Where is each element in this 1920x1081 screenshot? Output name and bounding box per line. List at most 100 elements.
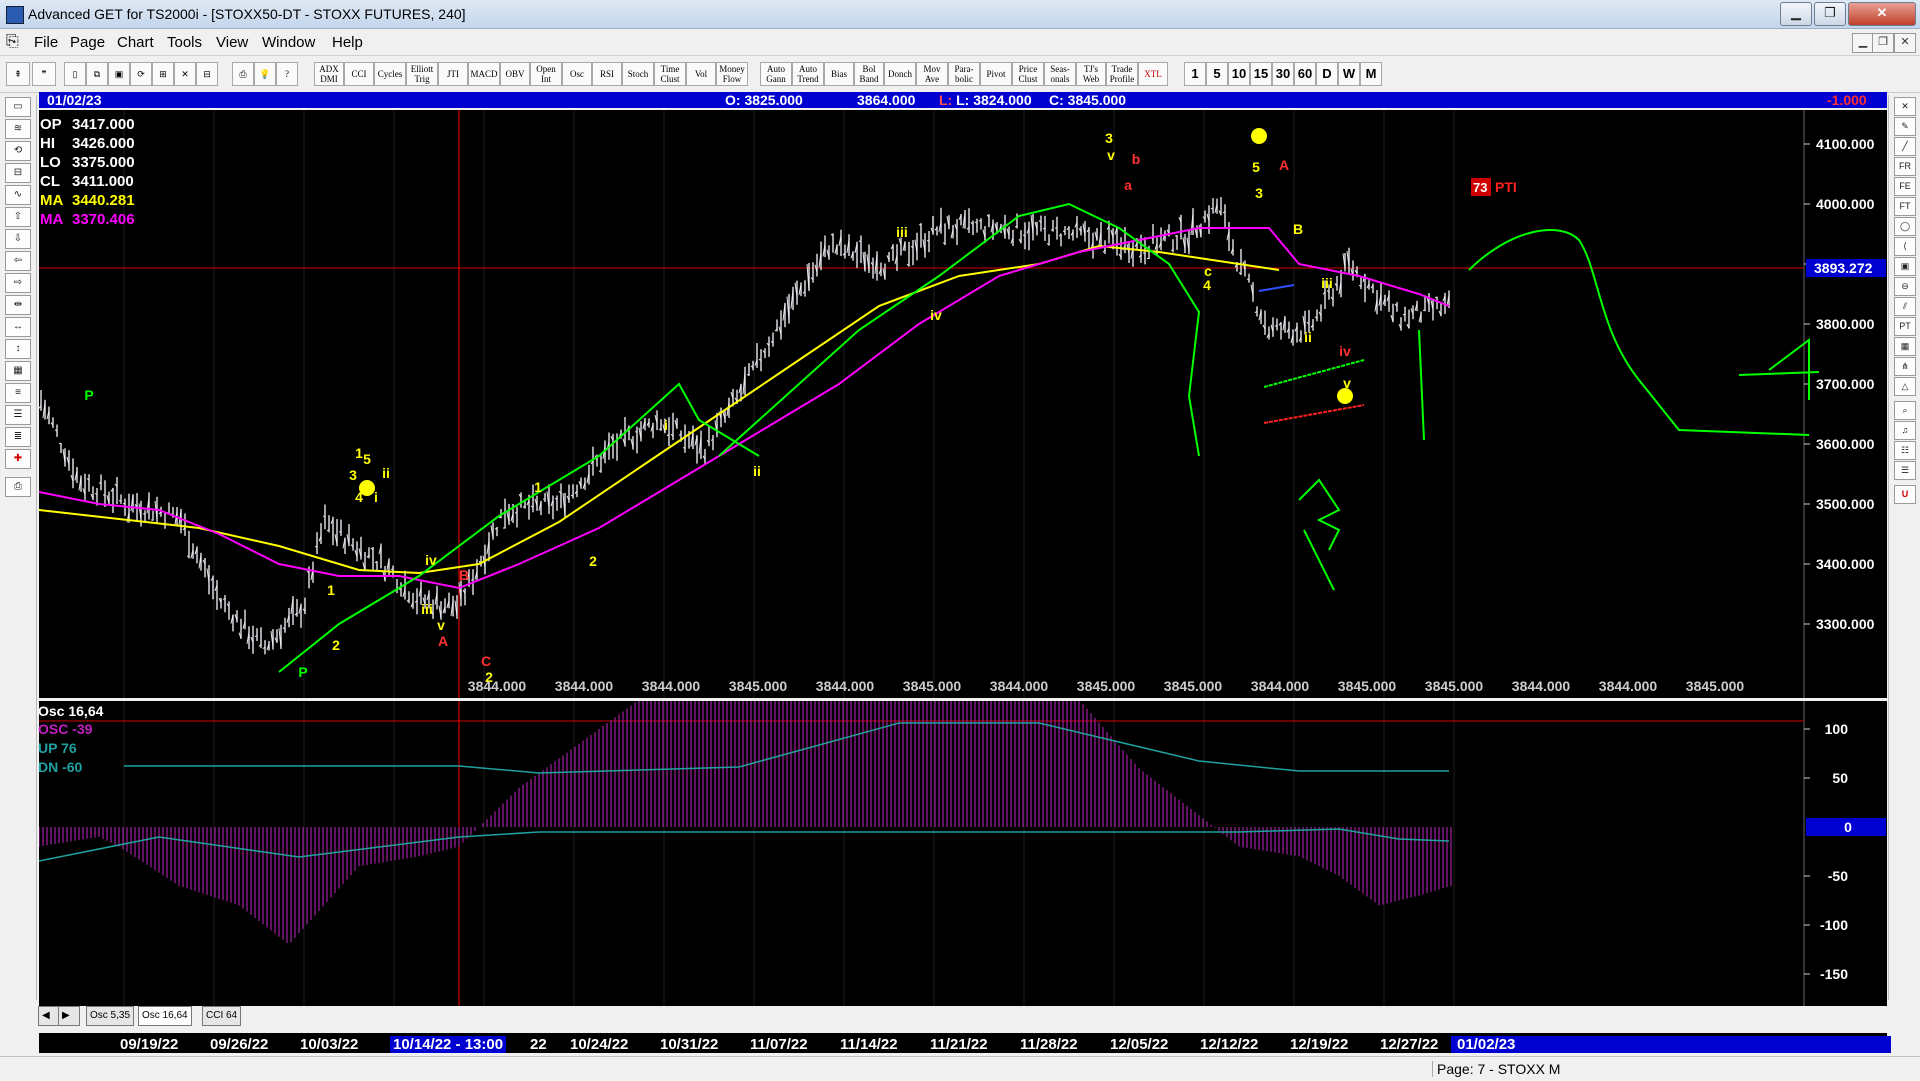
line-tool-icon[interactable]: ╱: [1894, 137, 1916, 156]
channel-tool-icon[interactable]: ▣: [1894, 257, 1916, 276]
period-5-button[interactable]: 5: [1206, 62, 1228, 86]
menu-chart[interactable]: Chart: [117, 34, 154, 51]
study-osc-button[interactable]: Osc: [562, 62, 592, 86]
period-60-button[interactable]: 60: [1294, 62, 1316, 86]
zoom-icon[interactable]: ⌕: [1894, 401, 1916, 420]
study-macd-button[interactable]: MACD: [468, 62, 500, 86]
print-icon[interactable]: ⎙: [232, 62, 254, 86]
study-jti-button[interactable]: JTI: [438, 62, 468, 86]
circle-tool-icon[interactable]: ◯: [1894, 217, 1916, 236]
copy-icon[interactable]: ⧉: [86, 62, 108, 86]
elliott-icon[interactable]: ∿: [5, 185, 31, 205]
pitchfork-icon[interactable]: ⋔: [1894, 357, 1916, 376]
mdi-restore-button[interactable]: ❐: [1872, 33, 1894, 53]
fan-tool-icon[interactable]: ⟨: [1894, 237, 1916, 256]
chart-style-icon[interactable]: ≋: [5, 119, 31, 139]
menu-view[interactable]: View: [216, 34, 248, 51]
study-time-clust-button[interactable]: Time Clust: [654, 62, 686, 86]
study-seasonals-button[interactable]: Seas-onals: [1044, 62, 1076, 86]
grid-tool-icon[interactable]: ▦: [5, 361, 31, 381]
arrow-right-icon[interactable]: ⇨: [5, 273, 31, 293]
study-xtl-button[interactable]: XTL: [1138, 62, 1168, 86]
study-elliott-trig-button[interactable]: Elliott Trig: [406, 62, 438, 86]
gann-icon[interactable]: ☰: [5, 405, 31, 425]
tab-cci-64[interactable]: CCI 64: [202, 1006, 241, 1026]
arrow-left-icon[interactable]: ⇦: [5, 251, 31, 271]
study-price-clust-button[interactable]: Price Clust: [1012, 62, 1044, 86]
price-chart-panel[interactable]: 4100.0004000.0003900.0003800.0003700.000…: [39, 110, 1887, 698]
fib-icon[interactable]: ≣: [5, 427, 31, 447]
study-vol-button[interactable]: Vol: [686, 62, 716, 86]
mdi-minimize-button[interactable]: ▁: [1852, 33, 1874, 53]
study-obv-button[interactable]: OBV: [500, 62, 530, 86]
period-30-button[interactable]: 30: [1272, 62, 1294, 86]
close-button[interactable]: ✕: [1848, 2, 1916, 26]
list-icon[interactable]: ☰: [1894, 461, 1916, 480]
compress-icon[interactable]: ⇹: [5, 295, 31, 315]
print-tool-icon[interactable]: ⎙: [5, 477, 31, 497]
arrow-up-icon[interactable]: ⇧: [5, 207, 31, 227]
minimize-button[interactable]: ▁: [1780, 2, 1812, 26]
study-tj-web-button[interactable]: TJ's Web: [1076, 62, 1106, 86]
study-donch-button[interactable]: Donch: [884, 62, 916, 86]
period-weekly-button[interactable]: W: [1338, 62, 1360, 86]
pti-tool-icon[interactable]: PT: [1894, 317, 1916, 336]
pointer-icon[interactable]: ⇞: [6, 62, 30, 86]
vertical-expand-icon[interactable]: ↕: [5, 339, 31, 359]
period-1-button[interactable]: 1: [1184, 62, 1206, 86]
refresh-icon[interactable]: ⟳: [130, 62, 152, 86]
grid-icon[interactable]: ✕: [174, 62, 196, 86]
study-bias-button[interactable]: Bias: [824, 62, 854, 86]
undo-icon[interactable]: U: [1894, 485, 1916, 504]
fib-ret-icon[interactable]: FR: [1894, 157, 1916, 176]
study-cci-button[interactable]: CCI: [344, 62, 374, 86]
quote-icon[interactable]: ❞: [32, 62, 56, 86]
study-parabolic-button[interactable]: Para-bolic: [948, 62, 980, 86]
study-auto-gann-button[interactable]: Auto Gann: [760, 62, 792, 86]
study-pivot-button[interactable]: Pivot: [980, 62, 1012, 86]
open-chart-icon[interactable]: ▭: [5, 97, 31, 117]
crosshair-icon[interactable]: ✚: [5, 449, 31, 469]
study-money-flow-button[interactable]: Money Flow: [716, 62, 748, 86]
close-tool-icon[interactable]: ✕: [1894, 97, 1916, 116]
period-10-button[interactable]: 10: [1228, 62, 1250, 86]
table-icon[interactable]: ☷: [1894, 441, 1916, 460]
tab-next-button[interactable]: ▶: [58, 1006, 80, 1026]
study-mov-ave-button[interactable]: Mov Ave: [916, 62, 948, 86]
fib-ext-icon[interactable]: FE: [1894, 177, 1916, 196]
tab-prev-button[interactable]: ◀: [38, 1006, 60, 1026]
study-trade-profile-button[interactable]: Trade Profile: [1106, 62, 1138, 86]
tab-osc-16-64[interactable]: Osc 16,64: [138, 1006, 192, 1026]
ellipse-tool-icon[interactable]: ⊖: [1894, 277, 1916, 296]
new-page-icon[interactable]: ▯: [64, 62, 86, 86]
menu-window[interactable]: Window: [262, 34, 315, 51]
expand-icon[interactable]: ↔: [5, 317, 31, 337]
menu-page[interactable]: Page: [70, 34, 105, 51]
bell-icon[interactable]: ♫: [1894, 421, 1916, 440]
help-icon[interactable]: ?: [276, 62, 298, 86]
study-open-int-button[interactable]: Open Int: [530, 62, 562, 86]
lines-icon[interactable]: ≡: [5, 383, 31, 403]
reset-icon[interactable]: ⟲: [5, 141, 31, 161]
zoom-fit-icon[interactable]: ⊞: [152, 62, 174, 86]
mdi-close-button[interactable]: ✕: [1894, 33, 1916, 53]
arrow-down-icon[interactable]: ⇩: [5, 229, 31, 249]
study-stoch-button[interactable]: Stoch: [622, 62, 654, 86]
period-15-button[interactable]: 15: [1250, 62, 1272, 86]
menu-help[interactable]: Help: [332, 34, 363, 51]
study-adx-dmi-button[interactable]: ADX DMI: [314, 62, 344, 86]
study-cycles-button[interactable]: Cycles: [374, 62, 406, 86]
gann-fan-icon[interactable]: ⫽: [1894, 297, 1916, 316]
pencil-icon[interactable]: ✎: [1894, 117, 1916, 136]
period-daily-button[interactable]: D: [1316, 62, 1338, 86]
open-icon[interactable]: ▣: [108, 62, 130, 86]
period-monthly-button[interactable]: M: [1360, 62, 1382, 86]
study-bol-band-button[interactable]: Bol Band: [854, 62, 884, 86]
triangle-tool-icon[interactable]: △: [1894, 377, 1916, 396]
menu-file[interactable]: File: [34, 34, 58, 51]
study-rsi-button[interactable]: RSI: [592, 62, 622, 86]
study-auto-trend-button[interactable]: Auto Trend: [792, 62, 824, 86]
document-icon[interactable]: ⎘: [6, 33, 22, 51]
fib-time-icon[interactable]: FT: [1894, 197, 1916, 216]
grid-tool-2-icon[interactable]: ▦: [1894, 337, 1916, 356]
